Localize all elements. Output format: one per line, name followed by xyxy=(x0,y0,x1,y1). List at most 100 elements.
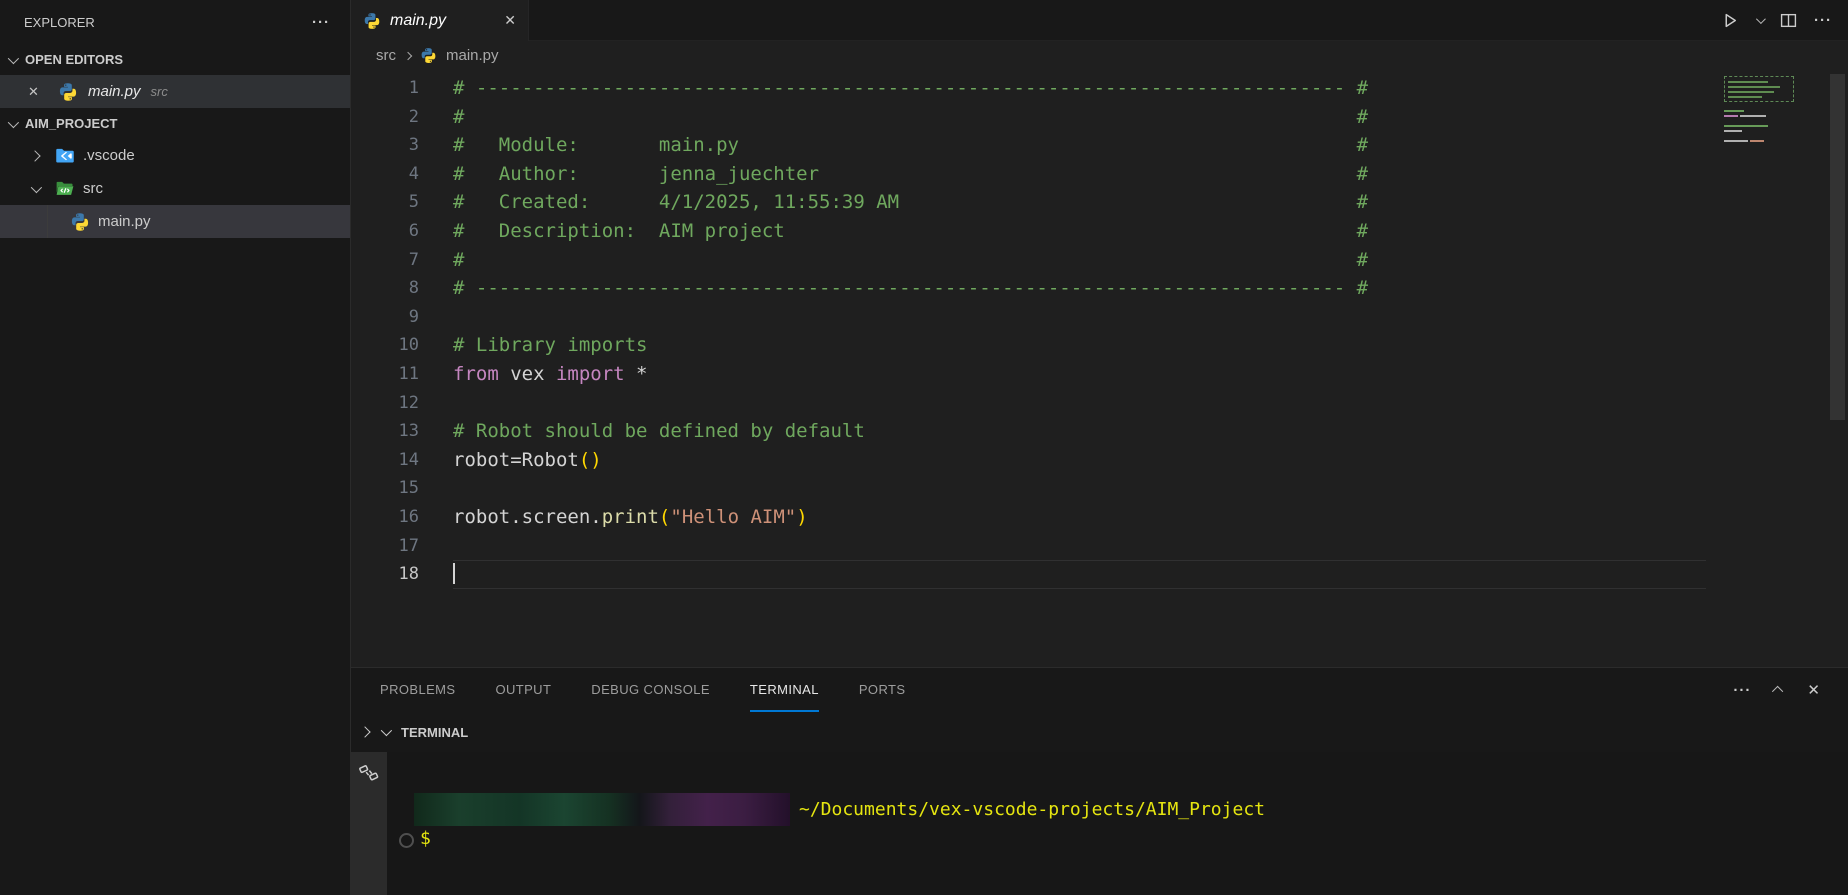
close-panel-icon[interactable]: ✕ xyxy=(1807,681,1820,699)
code-line-16[interactable]: 16robot.screen.print("Hello AIM") xyxy=(351,503,1848,532)
minimap[interactable] xyxy=(1720,70,1800,210)
panel-tab-debug-console[interactable]: DEBUG CONSOLE xyxy=(591,668,710,712)
line-number: 13 xyxy=(351,417,419,446)
maximize-panel-icon[interactable] xyxy=(1775,686,1783,694)
line-content: # --------------------------------------… xyxy=(419,274,1368,303)
code-line-13[interactable]: 13# Robot should be defined by default xyxy=(351,417,1848,446)
panel-tab-problems[interactable]: PROBLEMS xyxy=(380,668,455,712)
tree-item-label: .vscode xyxy=(83,147,135,164)
code-editor[interactable]: 1 # -------------------------------------… xyxy=(351,70,1848,667)
terminal-content[interactable]: ~/Documents/vex-vscode-projects/AIM_Proj… xyxy=(387,752,1848,895)
line-number: 2 xyxy=(351,103,419,132)
line-number: 18 xyxy=(351,560,419,589)
code-line-7[interactable]: 7# # xyxy=(351,246,1848,275)
run-python-file-button[interactable] xyxy=(1722,12,1739,29)
code-line-3[interactable]: 3# Module: main.py # xyxy=(351,131,1848,160)
code-line-4[interactable]: 4# Author: jenna_juechter # xyxy=(351,160,1848,189)
panel-tab-ports[interactable]: PORTS xyxy=(859,668,906,712)
code-line-5[interactable]: 5# Created: 4/1/2025, 11:55:39 AM # xyxy=(351,188,1848,217)
line-number: 8 xyxy=(351,274,419,303)
bottom-panel: PROBLEMS OUTPUT DEBUG CONSOLE TERMINAL PORTS… xyxy=(351,667,1848,895)
code-line-9[interactable]: 9 xyxy=(351,303,1848,332)
minimap-comment-block xyxy=(1724,76,1794,102)
split-editor-icon[interactable] xyxy=(1780,12,1797,29)
vex-device-icon[interactable] xyxy=(358,762,380,895)
line-content: # # xyxy=(419,246,1368,275)
line-content xyxy=(419,532,453,561)
chevron-right-icon[interactable] xyxy=(359,726,370,737)
panel-tab-terminal[interactable]: TERMINAL xyxy=(750,668,819,712)
line-content: # # xyxy=(419,103,1368,132)
project-section-header[interactable]: AIM_PROJECT xyxy=(0,108,350,139)
panel-more-actions-icon[interactable]: ··· xyxy=(1733,682,1751,699)
chevron-down-icon xyxy=(8,116,19,127)
line-number: 1 xyxy=(351,74,419,103)
close-editor-icon[interactable]: ✕ xyxy=(28,84,44,100)
terminal-left-rail xyxy=(351,752,387,895)
line-content xyxy=(419,560,455,589)
src-folder-icon xyxy=(55,179,75,199)
breadcrumb-file[interactable]: main.py xyxy=(446,47,499,64)
line-number: 5 xyxy=(351,188,419,217)
editor-scrollbar[interactable] xyxy=(1830,74,1845,420)
line-content xyxy=(419,389,453,418)
open-editor-item-main-py[interactable]: ✕ main.py src xyxy=(0,75,350,108)
line-content: # Description: AIM project # xyxy=(419,217,1368,246)
terminal-prompt: $ xyxy=(420,826,431,852)
line-number: 3 xyxy=(351,131,419,160)
code-line-11[interactable]: 11from vex import * xyxy=(351,360,1848,389)
line-content xyxy=(419,303,453,332)
explorer-sidebar: EXPLORER ··· OPEN EDITORS ✕ main.py src … xyxy=(0,0,351,895)
line-number: 10 xyxy=(351,331,419,360)
python-file-icon xyxy=(58,82,78,102)
terminal-prompt-banner xyxy=(414,793,790,826)
code-line-12[interactable]: 12 xyxy=(351,389,1848,418)
line-number: 9 xyxy=(351,303,419,332)
vscode-folder-icon xyxy=(55,146,75,166)
line-number: 6 xyxy=(351,217,419,246)
code-line-10[interactable]: 10# Library imports xyxy=(351,331,1848,360)
chevron-down-icon xyxy=(8,52,19,63)
line-number: 12 xyxy=(351,389,419,418)
terminal-cwd-path: ~/Documents/vex-vscode-projects/AIM_Proj… xyxy=(799,793,1265,826)
code-line-17[interactable]: 17 xyxy=(351,532,1848,561)
text-cursor xyxy=(453,563,455,584)
code-line-14[interactable]: 14robot=Robot() xyxy=(351,446,1848,475)
chevron-down-icon[interactable] xyxy=(381,725,392,736)
tree-item-main-py[interactable]: main.py xyxy=(0,205,350,238)
line-content: # Created: 4/1/2025, 11:55:39 AM # xyxy=(419,188,1368,217)
run-dropdown-chevron-icon[interactable] xyxy=(1756,17,1763,24)
open-editors-section-header[interactable]: OPEN EDITORS xyxy=(0,44,350,75)
python-file-icon xyxy=(420,47,437,64)
terminal-section-label[interactable]: TERMINAL xyxy=(401,725,468,740)
line-content: # Module: main.py # xyxy=(419,131,1368,160)
tree-item-vscode-folder[interactable]: .vscode xyxy=(0,139,350,172)
line-content: # Robot should be defined by default xyxy=(419,417,865,446)
open-editor-filename: main.py xyxy=(88,83,141,100)
line-number: 11 xyxy=(351,360,419,389)
command-decoration-circle-icon[interactable] xyxy=(399,833,414,848)
tree-item-label: src xyxy=(83,180,103,197)
chevron-right-icon xyxy=(29,150,40,161)
code-line-6[interactable]: 6# Description: AIM project # xyxy=(351,217,1848,246)
tab-main-py[interactable]: main.py ✕ xyxy=(351,0,529,41)
panel-tab-output[interactable]: OUTPUT xyxy=(495,668,551,712)
code-line-18[interactable]: 18 xyxy=(351,560,1848,589)
line-number: 4 xyxy=(351,160,419,189)
tree-item-label: main.py xyxy=(98,213,151,230)
tree-item-src-folder[interactable]: src xyxy=(0,172,350,205)
code-line-8[interactable]: 8# -------------------------------------… xyxy=(351,274,1848,303)
explorer-more-actions-icon[interactable]: ··· xyxy=(312,14,330,31)
code-line-2[interactable]: 2# # xyxy=(351,103,1848,132)
line-number: 14 xyxy=(351,446,419,475)
tab-close-icon[interactable]: ✕ xyxy=(504,12,516,29)
code-line-1[interactable]: 1# -------------------------------------… xyxy=(351,74,1848,103)
breadcrumb-folder[interactable]: src xyxy=(376,47,396,64)
terminal[interactable]: ~/Documents/vex-vscode-projects/AIM_Proj… xyxy=(351,752,1848,895)
code-line-15[interactable]: 15 xyxy=(351,474,1848,503)
open-editors-label: OPEN EDITORS xyxy=(25,52,123,67)
line-content: # Library imports xyxy=(419,331,647,360)
line-number: 15 xyxy=(351,474,419,503)
editor-more-actions-icon[interactable]: ··· xyxy=(1814,12,1832,29)
line-content: robot=Robot() xyxy=(419,446,602,475)
